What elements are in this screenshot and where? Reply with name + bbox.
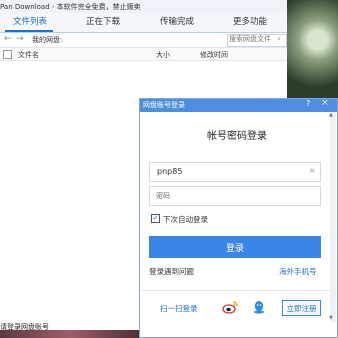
select-all-checkbox[interactable] [3, 50, 12, 59]
column-header-size[interactable]: 大小 [156, 50, 170, 60]
qr-login-link[interactable]: 扫一扫登录 [160, 303, 198, 314]
login-heading: 帐号密码登录 [207, 131, 267, 142]
scroll-down-icon[interactable]: ▼ [329, 315, 333, 321]
tab-completed[interactable]: 传输完成 [160, 14, 194, 31]
desktop-background-image [287, 0, 338, 100]
file-list-header [0, 48, 287, 61]
window-title: Pan Download - 本软件完全免费，禁止贩卖 [0, 3, 141, 11]
register-button[interactable]: 立即注册 [282, 300, 321, 316]
search-input[interactable] [229, 35, 275, 43]
login-problem-link[interactable]: 登录遇到问题 [149, 266, 194, 277]
column-header-time[interactable]: 修改时间 [200, 50, 228, 60]
tab-downloading[interactable]: 正在下载 [86, 14, 120, 31]
divider [140, 290, 334, 291]
back-arrow-icon[interactable]: ← [4, 34, 12, 44]
search-icon[interactable]: ⌕ [277, 35, 281, 44]
active-tab-indicator [5, 30, 53, 32]
forward-arrow-icon[interactable]: → [16, 34, 24, 44]
login-button[interactable]: 登录 [149, 236, 321, 258]
overseas-phone-link[interactable]: 海外手机号 [279, 266, 317, 277]
help-icon[interactable]: ? [306, 99, 310, 108]
weibo-icon[interactable] [222, 300, 238, 314]
desktop-background-strip [0, 330, 140, 338]
column-header-name[interactable]: 文件名 [18, 50, 39, 60]
clear-icon[interactable]: × [309, 166, 316, 175]
path-label: 我的网盘: [32, 36, 63, 44]
auto-login-label[interactable]: 下次自动登录 [163, 214, 208, 225]
dialog-scrollbar[interactable] [330, 112, 336, 322]
tab-more-features[interactable]: 更多功能 [233, 14, 267, 31]
dialog-title: 网盘账号登录 [143, 101, 185, 109]
scroll-up-icon[interactable]: ▲ [329, 112, 333, 118]
qq-icon[interactable] [253, 300, 265, 314]
username-value[interactable]: pnp85 [157, 167, 182, 176]
tab-file-list[interactable]: 文件列表 [13, 14, 47, 31]
auto-login-checkbox[interactable]: ✓ [151, 214, 160, 223]
close-icon[interactable]: × [321, 98, 329, 108]
password-input[interactable] [152, 189, 306, 203]
